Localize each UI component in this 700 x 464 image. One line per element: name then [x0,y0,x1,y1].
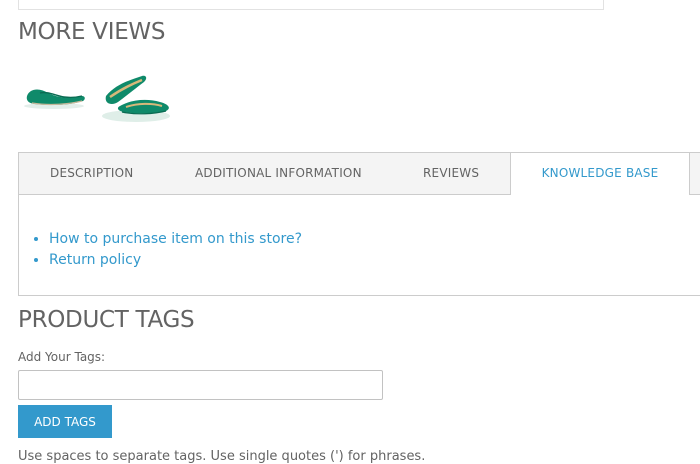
product-tabs: DESCRIPTION ADDITIONAL INFORMATION REVIE… [18,152,700,296]
green-flat-shoe-side-icon [24,89,85,109]
list-item: Return policy [49,250,302,271]
tab-additional-information[interactable]: ADDITIONAL INFORMATION [195,153,362,194]
kb-link-how-to-purchase[interactable]: How to purchase item on this store? [49,231,302,247]
previous-panel-box [18,0,604,10]
add-tags-button[interactable]: ADD TAGS [18,405,112,438]
knowledge-base-list: How to purchase item on this store? Retu… [31,229,302,271]
knowledge-base-content: How to purchase item on this store? Retu… [31,229,302,271]
tags-input[interactable] [18,370,383,400]
more-views-title: MORE VIEWS [18,19,166,45]
tab-knowledge-base[interactable]: KNOWLEDGE BASE [510,153,690,195]
kb-link-return-policy[interactable]: Return policy [49,252,141,268]
tab-bar: DESCRIPTION ADDITIONAL INFORMATION REVIE… [19,153,700,195]
tab-reviews[interactable]: REVIEWS [423,153,479,194]
product-tags-title: PRODUCT TAGS [18,307,195,333]
list-item: How to purchase item on this store? [49,229,302,250]
green-flat-shoe-pair-icon [102,75,170,122]
thumbnail-shoe-side[interactable] [22,66,90,128]
add-tags-label: Add Your Tags: [18,350,106,364]
thumbnail-shoe-pair[interactable] [96,66,178,128]
tab-description[interactable]: DESCRIPTION [50,153,133,194]
